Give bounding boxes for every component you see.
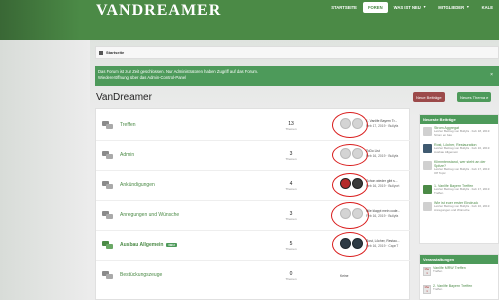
forum-thread-count: 13 Themen [285,121,297,131]
latest-post[interactable]: Schon wieder gibt s... Feb 16, 2019 · Bul… [366,179,406,188]
list-item[interactable]: Klimmtenstand, wer steht an der Spitze? … [420,158,498,182]
forum-title[interactable]: Ausbau Allgemein NEU [120,242,177,248]
list-item[interactable]: Mar 1 2. Vanlife Bayern Treffen Treffen [420,282,498,300]
avatar[interactable] [423,161,432,170]
list-item[interactable]: Mar 1 Vanlife MRW Treffen Treffen [420,264,498,282]
nav-kalender[interactable]: KALE [476,1,499,13]
latest-post[interactable]: Wie klappt mein code... Feb 16, 2019 · Bu… [366,209,406,218]
nav-was-ist-neu[interactable]: WAS IST NEU ▼ [388,1,433,13]
header-background-trees [0,0,80,40]
new-thread-button[interactable]: Neues Thema e [457,92,492,102]
page-background-left [0,40,90,300]
breadcrumb: Startseite [95,46,499,59]
forum-thread-count: 3 Themen [285,151,297,161]
page-title: VanDreamer [96,92,152,103]
forum-chat-icon [102,241,114,249]
avatar[interactable] [423,202,432,211]
latest-post: Keine [340,274,349,278]
forum-title[interactable]: Anregungen und Wünsche [120,212,179,218]
widget-title: Veranstaltungen [420,255,498,264]
forum-thread-count: 3 Themen [285,211,297,221]
forum-chat-icon [102,211,114,219]
list-item[interactable]: 1. Vanlife Bayern Treffen Letzter Beitra… [420,182,498,199]
events-widget: Veranstaltungen Mar 1 Vanlife MRW Treffen… [419,254,499,300]
list-item[interactable]: Rost, Löcher, Restauration Letzter Beitr… [420,141,498,158]
chevron-down-icon: ▼ [422,5,427,9]
forum-row[interactable]: Bestückungszeuge 0 Themen Keine [96,262,411,291]
new-badge: NEU [166,242,177,247]
forum-chat-icon [102,151,114,159]
notice-line-2: Wiedereröffnung über das Admin-Control-P… [98,75,187,80]
site-header: VANDREAMER STARTSEITE FOREN WAS IST NEU ▼… [0,0,499,40]
forum-row[interactable]: Treffen 13 Themen 1. Vanlife Bayern Tr...… [96,112,411,141]
home-icon[interactable] [99,50,103,55]
forum-thread-count: 5 Themen [285,241,297,251]
latest-post[interactable]: 1. Vanlife Bayern Tr... Feb 17, 2019 · Bu… [366,119,406,128]
avatar[interactable] [423,144,432,153]
forum-list: Treffen 13 Themen 1. Vanlife Bayern Tr...… [95,108,411,300]
forum-title[interactable]: Admin [120,152,134,158]
main-nav: STARTSEITE FOREN WAS IST NEU ▼ MITGLIEDER… [325,1,499,13]
list-item[interactable]: Wie ist euer erster Eindruck Letzter Bei… [420,199,498,216]
calendar-icon: Mar 1 [423,285,431,294]
calendar-icon: Mar 1 [423,267,431,276]
avatar[interactable] [423,127,432,136]
forum-title[interactable]: Ankündigungen [120,182,155,188]
red-annotation-circle [332,144,368,166]
red-annotation-circle [331,202,369,229]
latest-post[interactable]: Rost, Löcher, Restau... Feb 16, 2019 · Ca… [366,239,406,248]
avatar[interactable] [423,185,432,194]
red-annotation-circle [332,232,368,257]
forum-chat-icon [102,121,114,129]
chevron-down-icon: ▼ [466,5,470,9]
list-item[interactable]: Strom Aggregat Letzter Beitrag von Bully… [420,124,498,141]
breadcrumb-startseite[interactable]: Startseite [106,50,124,55]
forum-row[interactable]: Anregungen und Wünsche 3 Themen Wie klapp… [96,202,411,231]
forum-row[interactable]: Admin 3 Themen ToDo List Feb 16, 2019 · Bu… [96,142,411,171]
forum-thread-count: 4 Themen [285,181,297,191]
forum-chat-icon [102,181,114,189]
forum-title[interactable]: Treffen [120,122,136,128]
widget-title: Neueste Beiträge [420,115,498,124]
latest-post[interactable]: ToDo List Feb 16, 2019 · Bullyfa [366,149,406,158]
close-icon[interactable]: × [490,72,493,78]
new-posts-button[interactable]: Neue Beiträge [413,92,445,102]
forum-closed-notice: Das Forum ist zur Zeit geschlossen. Nur … [95,66,499,86]
forum-chat-icon [102,271,114,279]
forum-row[interactable]: Ankündigungen 4 Themen Schon wieder gibt … [96,172,411,201]
nav-startseite[interactable]: STARTSEITE [325,1,363,13]
forum-row[interactable]: Ausbau Allgemein NEU 5 Themen Rost, Löcher… [96,232,411,261]
red-annotation-circle [332,173,368,197]
site-logo[interactable]: VANDREAMER [96,2,221,20]
latest-posts-widget: Neueste Beiträge Strom Aggregat Letzter … [419,114,499,244]
red-annotation-circle [332,112,368,138]
forum-thread-count: 0 Themen [285,271,297,281]
nav-foren[interactable]: FOREN [362,1,388,13]
nav-mitglieder[interactable]: MITGLIEDER ▼ [432,1,475,13]
forum-title[interactable]: Bestückungszeuge [120,272,162,278]
